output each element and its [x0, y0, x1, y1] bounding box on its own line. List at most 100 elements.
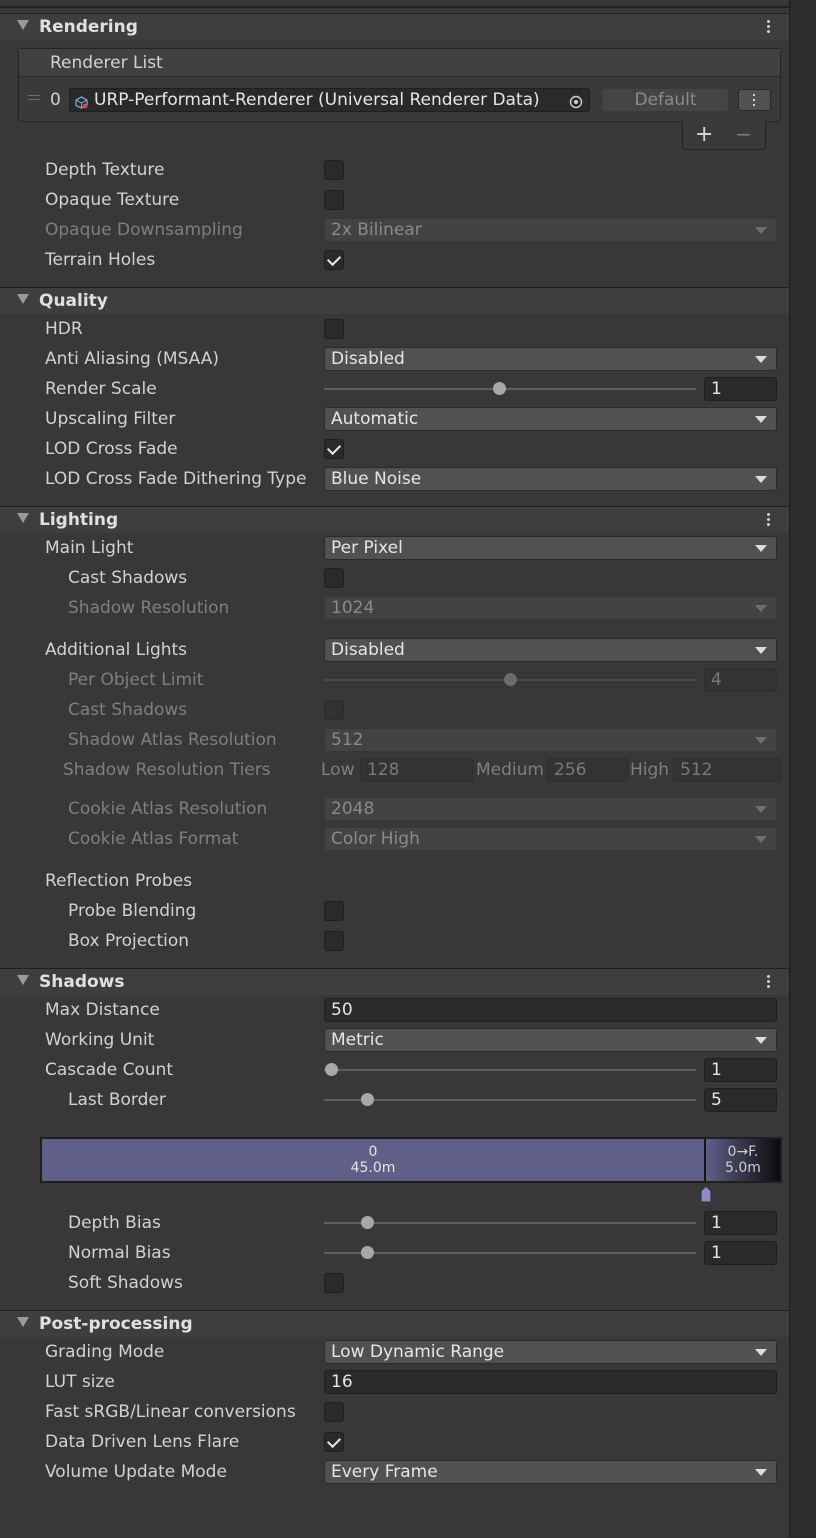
max-distance-input[interactable]: 50	[324, 998, 777, 1022]
cascade-split-handle[interactable]	[700, 1185, 712, 1203]
opaque-downsampling-dropdown[interactable]: 2x Bilinear	[324, 218, 777, 242]
vertical-scrollbar[interactable]	[789, 0, 816, 1538]
lod-cross-fade-checkbox[interactable]	[324, 439, 344, 459]
cookie-atlas-resolution-label: Cookie Atlas Resolution	[68, 799, 268, 819]
cascade-count-label: Cascade Count	[45, 1060, 174, 1080]
foldout-arrow-icon[interactable]	[17, 1317, 29, 1327]
cascade-segment-fade[interactable]: 0→F. 5.0m	[706, 1139, 780, 1181]
soft-shadows-checkbox[interactable]	[324, 1273, 344, 1293]
shadow-resolution-label: Shadow Resolution	[68, 598, 230, 618]
section-header-post-processing[interactable]: Post-processing	[0, 1310, 789, 1337]
upscaling-filter-label: Upscaling Filter	[45, 409, 176, 429]
set-default-button[interactable]: Default	[603, 89, 728, 111]
normal-bias-input[interactable]: 1	[704, 1241, 777, 1265]
box-projection-checkbox[interactable]	[324, 931, 344, 951]
checkmark-icon	[326, 1433, 342, 1449]
renderer-object-field[interactable]: URP-Performant-Renderer (Universal Rende…	[69, 88, 590, 112]
cascade-count-input[interactable]: 1	[704, 1058, 777, 1082]
upscaling-filter-dropdown[interactable]: Automatic	[324, 407, 777, 431]
foldout-arrow-icon[interactable]	[17, 975, 29, 985]
depth-texture-label: Depth Texture	[45, 160, 165, 180]
renderer-name: URP-Performant-Renderer (Universal Rende…	[94, 90, 540, 110]
cast-shadows-label: Cast Shadows	[68, 568, 188, 588]
hdr-label: HDR	[45, 319, 83, 339]
depth-texture-checkbox[interactable]	[324, 160, 344, 180]
fast-srgb-checkbox[interactable]	[324, 1402, 344, 1422]
cast-shadows-checkbox[interactable]	[324, 568, 344, 588]
lens-flare-checkbox[interactable]	[324, 1432, 344, 1452]
drag-handle-icon[interactable]	[28, 95, 40, 100]
add-cast-shadows-checkbox[interactable]	[324, 700, 344, 720]
dropdown-value: Disabled	[331, 349, 405, 369]
cascade-segment-0[interactable]: 0 45.0m	[42, 1139, 706, 1181]
list-footer: + −	[682, 121, 766, 150]
checkmark-icon	[326, 440, 342, 456]
last-border-slider[interactable]	[324, 1093, 696, 1106]
working-unit-dropdown[interactable]: Metric	[324, 1028, 777, 1052]
per-object-limit-slider[interactable]	[324, 673, 696, 686]
grading-mode-dropdown[interactable]: Low Dynamic Range	[324, 1340, 777, 1364]
section-header-shadows[interactable]: Shadows	[0, 968, 789, 995]
slider-thumb[interactable]	[493, 382, 506, 395]
reflection-probes-label: Reflection Probes	[45, 871, 193, 891]
terrain-holes-checkbox[interactable]	[324, 250, 344, 270]
render-scale-slider[interactable]	[324, 382, 696, 395]
cookie-atlas-resolution-dropdown[interactable]: 2048	[324, 797, 777, 821]
shadow-atlas-resolution-label: Shadow Atlas Resolution	[68, 730, 277, 750]
renderer-options-button[interactable]	[738, 89, 771, 111]
more-options-icon[interactable]	[759, 973, 777, 991]
dropdown-arrow-icon	[755, 806, 767, 813]
shadow-atlas-resolution-dropdown[interactable]: 512	[324, 728, 777, 752]
lut-size-label: LUT size	[45, 1372, 115, 1392]
slider-thumb[interactable]	[325, 1063, 338, 1076]
anti-aliasing-dropdown[interactable]: Disabled	[324, 347, 777, 371]
soft-shadows-label: Soft Shadows	[68, 1273, 183, 1293]
lens-flare-label: Data Driven Lens Flare	[45, 1432, 240, 1452]
volume-update-dropdown[interactable]: Every Frame	[324, 1460, 777, 1484]
cascade-count-slider[interactable]	[324, 1063, 696, 1076]
section-header-rendering[interactable]: Rendering	[0, 13, 789, 40]
main-light-dropdown[interactable]: Per Pixel	[324, 536, 777, 560]
remove-button[interactable]: −	[735, 121, 752, 148]
section-title: Lighting	[39, 510, 119, 530]
dropdown-value: Per Pixel	[331, 538, 403, 558]
dropdown-value: Low Dynamic Range	[331, 1342, 505, 1362]
depth-bias-slider[interactable]	[324, 1216, 696, 1229]
cookie-atlas-format-dropdown[interactable]: Color High	[324, 827, 777, 851]
depth-bias-input[interactable]: 1	[704, 1211, 777, 1235]
additional-lights-label: Additional Lights	[45, 640, 188, 660]
foldout-arrow-icon[interactable]	[17, 294, 29, 304]
cookie-atlas-format-label: Cookie Atlas Format	[68, 829, 239, 849]
more-options-icon[interactable]	[759, 18, 777, 36]
probe-blending-checkbox[interactable]	[324, 901, 344, 921]
cascade-split-bar[interactable]: 0 45.0m 0→F. 5.0m	[40, 1137, 782, 1183]
section-header-lighting[interactable]: Lighting	[0, 506, 789, 533]
slider-thumb[interactable]	[361, 1246, 374, 1259]
dropdown-value: Color High	[331, 829, 420, 849]
foldout-arrow-icon[interactable]	[17, 513, 29, 523]
lod-dithering-label: LOD Cross Fade Dithering Type	[45, 469, 307, 489]
per-object-limit-input[interactable]: 4	[704, 668, 777, 692]
normal-bias-slider[interactable]	[324, 1246, 696, 1259]
more-options-icon[interactable]	[759, 511, 777, 529]
dropdown-value: Every Frame	[331, 1462, 438, 1482]
last-border-input[interactable]: 5	[704, 1088, 777, 1112]
slider-thumb[interactable]	[361, 1093, 374, 1106]
foldout-arrow-icon[interactable]	[17, 20, 29, 30]
tier-low-input[interactable]: 128	[360, 758, 473, 782]
tier-medium-input[interactable]: 256	[547, 758, 628, 782]
add-button[interactable]: +	[695, 121, 713, 148]
hdr-checkbox[interactable]	[324, 319, 344, 339]
render-scale-input[interactable]: 1	[704, 377, 777, 401]
section-header-quality[interactable]: Quality	[0, 287, 789, 314]
cascade-index: 0	[368, 1144, 378, 1160]
tier-high-input[interactable]: 512	[673, 758, 781, 782]
slider-thumb[interactable]	[504, 673, 517, 686]
lut-size-input[interactable]: 16	[324, 1370, 777, 1394]
object-picker-icon[interactable]	[569, 93, 583, 109]
opaque-texture-checkbox[interactable]	[324, 190, 344, 210]
shadow-resolution-dropdown[interactable]: 1024	[324, 596, 777, 620]
lod-dithering-dropdown[interactable]: Blue Noise	[324, 467, 777, 491]
additional-lights-dropdown[interactable]: Disabled	[324, 638, 777, 662]
slider-thumb[interactable]	[361, 1216, 374, 1229]
